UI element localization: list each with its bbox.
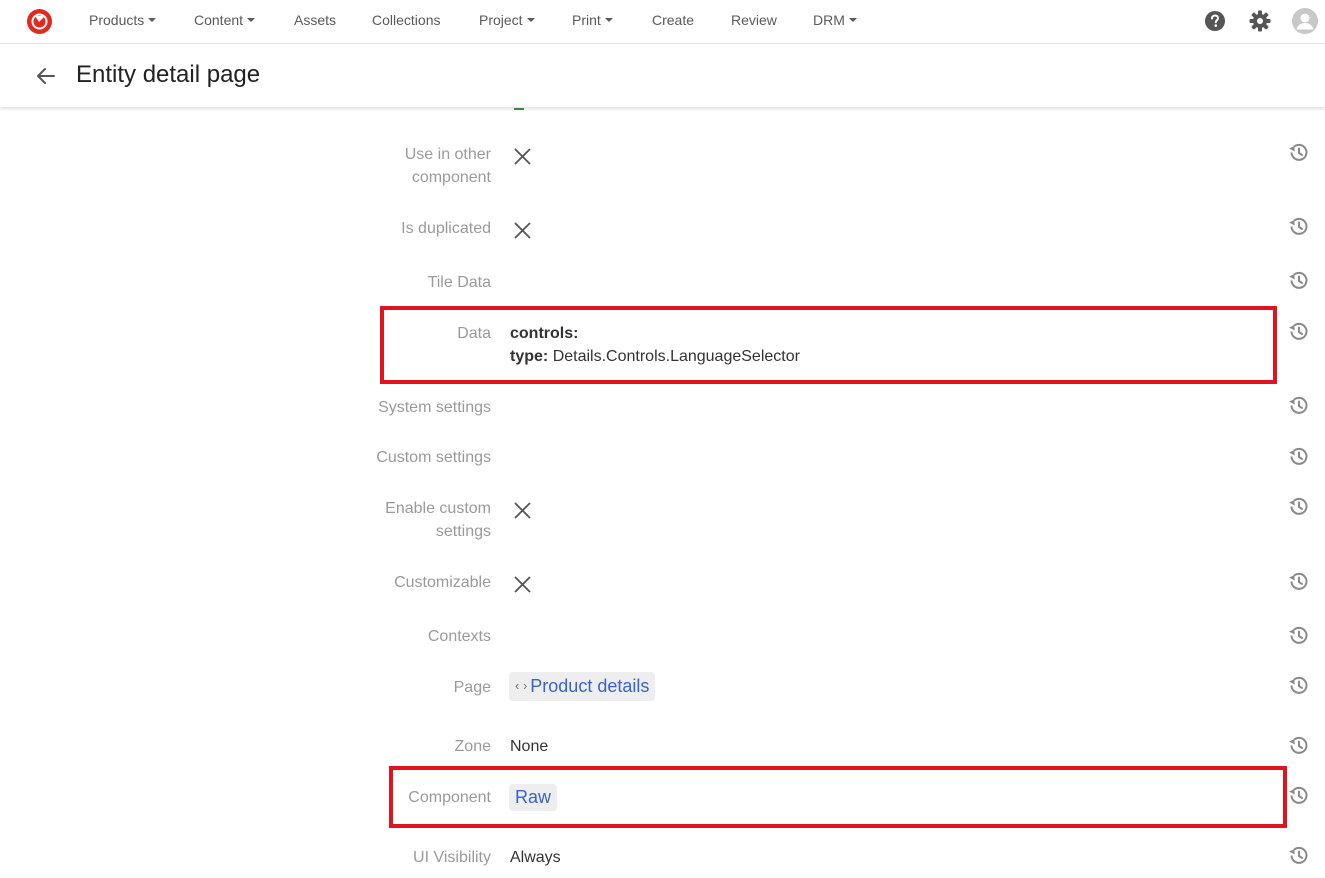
history-icon[interactable] bbox=[1286, 444, 1311, 469]
history-icon[interactable] bbox=[1286, 214, 1311, 239]
history-glyph bbox=[1289, 217, 1308, 235]
history-glyph bbox=[1289, 626, 1308, 644]
nav-products[interactable]: Products bbox=[89, 12, 157, 28]
history-glyph bbox=[1289, 396, 1308, 414]
history-icon[interactable] bbox=[1286, 393, 1311, 418]
nav-drm[interactable]: DRM bbox=[813, 12, 857, 28]
history-glyph bbox=[1289, 846, 1308, 864]
avatar-icon[interactable] bbox=[1292, 8, 1318, 34]
field-label-tile-data: Tile Data bbox=[427, 274, 491, 291]
history-glyph bbox=[1289, 447, 1308, 465]
history-glyph bbox=[1289, 271, 1308, 289]
nav-collections[interactable]: Collections bbox=[372, 12, 440, 28]
cross-icon bbox=[514, 148, 531, 165]
history-glyph bbox=[1289, 676, 1308, 694]
component-link-text: Raw bbox=[515, 787, 552, 807]
nav-print[interactable]: Print bbox=[572, 12, 613, 28]
history-glyph bbox=[1289, 786, 1308, 804]
history-icon[interactable] bbox=[1286, 843, 1311, 868]
field-label-zone: Zone bbox=[454, 738, 491, 755]
cross-icon bbox=[514, 222, 531, 239]
history-icon[interactable] bbox=[1286, 140, 1311, 165]
field-value-data: controls: type: Details.Controls.Languag… bbox=[510, 322, 800, 368]
history-glyph bbox=[1289, 143, 1308, 161]
history-glyph bbox=[1289, 497, 1308, 515]
history-icon[interactable] bbox=[1286, 783, 1311, 808]
history-icon[interactable] bbox=[1286, 494, 1311, 519]
history-icon[interactable] bbox=[1286, 733, 1311, 758]
page-link-text: Product details bbox=[530, 676, 650, 696]
field-label-page: Page bbox=[453, 679, 491, 696]
field-label-component: Component bbox=[408, 789, 491, 806]
data-key-type: type: bbox=[510, 348, 549, 365]
history-glyph bbox=[1289, 322, 1308, 340]
data-value-type: Details.Controls.LanguageSelector bbox=[552, 348, 800, 365]
page-title: Entity detail page bbox=[76, 61, 261, 88]
caret-down-icon bbox=[148, 18, 157, 23]
field-label-contexts: Contexts bbox=[427, 628, 491, 645]
data-key-controls: controls: bbox=[510, 325, 579, 342]
field-label-custom-settings: Custom settings bbox=[376, 449, 491, 466]
history-icon[interactable] bbox=[1286, 673, 1311, 698]
nav-project[interactable]: Project bbox=[479, 12, 535, 28]
logo-icon[interactable] bbox=[26, 8, 53, 35]
field-value-ui-visibility: Always bbox=[510, 849, 561, 866]
history-glyph bbox=[1289, 572, 1308, 590]
caret-down-icon bbox=[247, 18, 256, 23]
code-brackets-icon: ‹ › bbox=[515, 678, 528, 693]
page-header: Entity detail page bbox=[0, 45, 1325, 107]
component-link-chip[interactable]: Raw bbox=[509, 784, 558, 811]
field-label-customizable: Customizable bbox=[394, 574, 491, 591]
history-icon[interactable] bbox=[1286, 268, 1311, 293]
field-label-system-settings: System settings bbox=[378, 399, 491, 416]
history-icon[interactable] bbox=[1286, 319, 1311, 344]
field-value-zone: None bbox=[510, 738, 549, 755]
field-label-is-duplicated: Is duplicated bbox=[401, 220, 491, 237]
back-arrow-icon[interactable] bbox=[34, 64, 58, 88]
cross-icon bbox=[514, 576, 531, 593]
nav-create[interactable]: Create bbox=[652, 12, 694, 28]
field-label-ui-visibility: UI Visibility bbox=[413, 849, 491, 866]
caret-down-icon bbox=[526, 18, 535, 23]
history-glyph bbox=[1289, 736, 1308, 754]
caret-down-icon bbox=[604, 18, 613, 23]
nav-review[interactable]: Review bbox=[731, 12, 777, 28]
nav-content[interactable]: Content bbox=[194, 12, 256, 28]
page-link-chip[interactable]: ‹ › Product details bbox=[509, 672, 656, 701]
history-icon[interactable] bbox=[1286, 569, 1311, 594]
caret-down-icon bbox=[848, 18, 857, 23]
field-label-enable-custom-settings: Enable custom settings bbox=[385, 500, 491, 540]
field-label-use-in-other-component: Use in other component bbox=[404, 146, 491, 186]
gear-icon[interactable] bbox=[1247, 8, 1273, 34]
history-icon[interactable] bbox=[1286, 623, 1311, 648]
field-label-data: Data bbox=[457, 325, 491, 342]
cross-icon bbox=[514, 502, 531, 519]
help-icon[interactable] bbox=[1202, 8, 1228, 34]
nav-assets[interactable]: Assets bbox=[294, 12, 336, 28]
top-nav: Products Content Assets Collections Proj… bbox=[0, 0, 1325, 44]
